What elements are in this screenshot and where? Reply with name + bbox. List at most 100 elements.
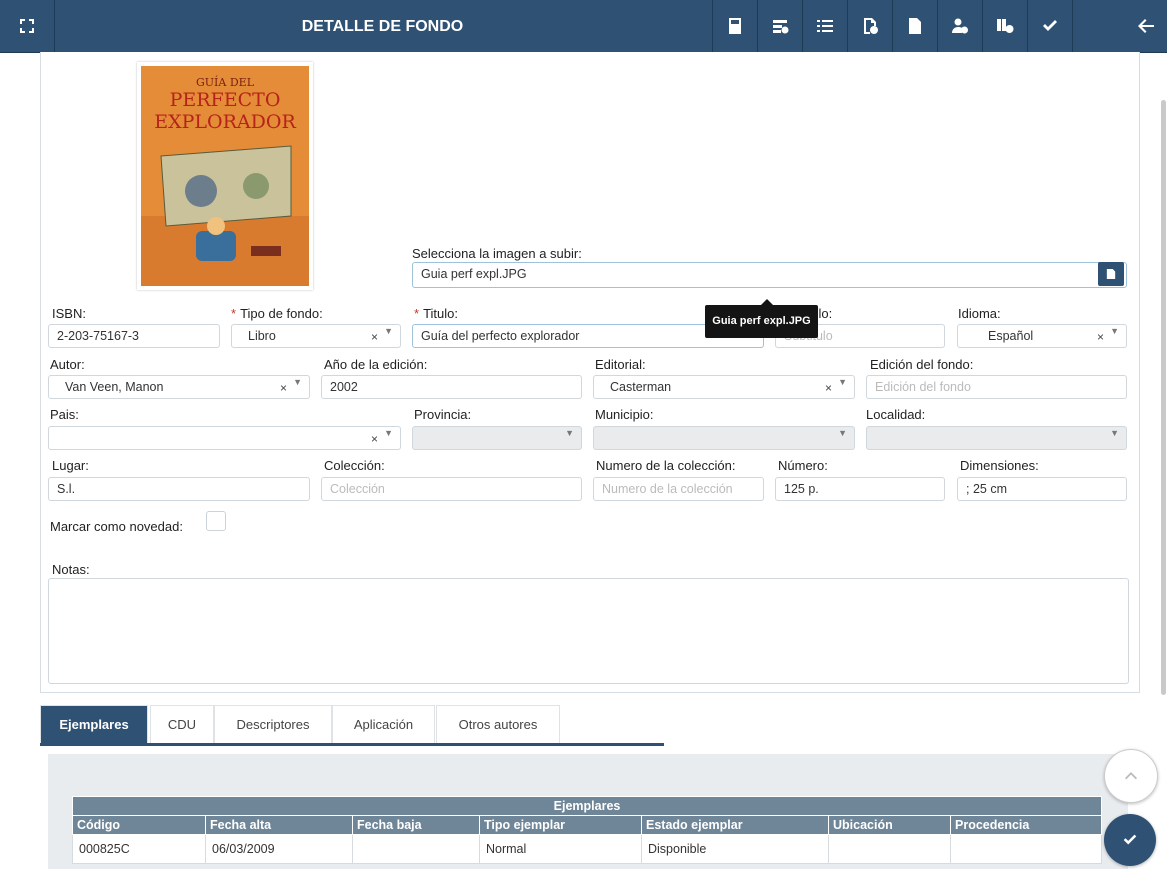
cover-title-line3: EXPLORADOR — [154, 111, 296, 133]
coleccion-field[interactable]: Colección — [321, 477, 582, 501]
municipio-select[interactable]: ▼ — [593, 426, 855, 450]
column-header[interactable]: Fecha alta — [205, 815, 353, 835]
dimensiones-field[interactable]: ; 25 cm — [957, 477, 1127, 501]
coleccion-label: Colección: — [324, 458, 385, 473]
autor-label: Autor: — [50, 357, 85, 372]
file-add-icon[interactable] — [847, 0, 892, 52]
clear-icon[interactable]: × — [825, 377, 832, 398]
cover-title-line1: GUÍA DEL — [196, 75, 255, 89]
table-cell — [352, 834, 480, 864]
editorial-label: Editorial: — [595, 357, 646, 372]
notas-label: Notas: — [52, 562, 90, 577]
clear-icon[interactable]: × — [371, 326, 378, 347]
chevron-down-icon: ▼ — [293, 377, 302, 387]
edicion-fondo-label: Edición del fondo: — [870, 357, 974, 372]
anio-edicion-field[interactable]: 2002 — [321, 375, 582, 399]
back-arrow-icon[interactable] — [1072, 0, 1167, 52]
titulo-label: * Titulo: — [414, 306, 458, 321]
upload-label: Selecciona la imagen a subir: — [412, 246, 582, 261]
file-icon — [1106, 269, 1116, 279]
municipio-label: Municipio: — [595, 407, 654, 422]
ejemplares-table: Ejemplares Código Fecha alta Fecha baja … — [72, 796, 1102, 864]
tipo-fondo-value: Libro — [248, 329, 276, 343]
novedad-checkbox[interactable] — [206, 511, 226, 531]
novedad-label: Marcar como novedad: — [50, 519, 183, 534]
tab-descriptores[interactable]: Descriptores — [214, 705, 332, 744]
upload-file-button[interactable] — [1098, 262, 1124, 286]
tipo-fondo-label: * Tipo de fondo: — [231, 306, 323, 321]
column-header[interactable]: Procedencia — [950, 815, 1102, 835]
numero-coleccion-label: Numero de la colección: — [596, 458, 736, 473]
idioma-select[interactable]: Español × ▼ — [957, 324, 1127, 348]
editorial-select[interactable]: Casterman × ▼ — [593, 375, 855, 399]
scroll-top-button[interactable] — [1104, 749, 1158, 803]
top-bar: DETALLE DE FONDO — [0, 0, 1167, 53]
tab-otros-autores[interactable]: Otros autores — [436, 705, 560, 744]
idioma-value: Español — [988, 329, 1034, 343]
column-header[interactable]: Fecha baja — [352, 815, 480, 835]
table-cell — [828, 834, 951, 864]
tab-aplicacion[interactable]: Aplicación — [332, 705, 435, 744]
book-cover-image: GUÍA DEL PERFECTO EXPLORADOR — [137, 62, 313, 290]
table-row[interactable]: 000825C 06/03/2009 Normal Disponible — [72, 834, 1102, 864]
chevron-down-icon: ▼ — [838, 377, 847, 387]
chevron-down-icon: ▼ — [1110, 428, 1119, 438]
isbn-field[interactable]: 2-203-75167-3 — [48, 324, 220, 348]
table-caption: Ejemplares — [72, 796, 1102, 816]
column-header[interactable]: Ubicación — [828, 815, 951, 835]
chevron-down-icon: ▼ — [838, 428, 847, 438]
chevron-down-icon: ▼ — [1110, 326, 1119, 336]
expand-icon[interactable] — [0, 0, 55, 52]
tipo-fondo-select[interactable]: Libro × ▼ — [231, 324, 401, 348]
upload-filename: Guia perf expl.JPG — [421, 267, 527, 281]
numero-coleccion-field[interactable]: Numero de la colección — [593, 477, 764, 501]
check-icon — [1123, 834, 1137, 845]
provincia-select[interactable]: ▼ — [412, 426, 582, 450]
tab-ejemplares[interactable]: Ejemplares — [40, 705, 148, 744]
page-title: DETALLE DE FONDO — [301, 18, 464, 35]
chevron-down-icon: ▼ — [384, 428, 393, 438]
confirm-button[interactable] — [1104, 814, 1156, 866]
tipo-fondo-label-text: Tipo de fondo: — [240, 306, 323, 321]
chevron-down-icon: ▼ — [384, 326, 393, 336]
lugar-label: Lugar: — [52, 458, 89, 473]
clear-icon[interactable]: × — [371, 428, 378, 449]
editorial-value: Casterman — [610, 380, 672, 394]
pais-select[interactable]: × ▼ — [48, 426, 401, 450]
stats-icon[interactable] — [757, 0, 802, 52]
table-cell: Disponible — [641, 834, 829, 864]
lugar-field[interactable]: S.l. — [48, 477, 310, 501]
column-header[interactable]: Estado ejemplar — [641, 815, 829, 835]
table-cell — [950, 834, 1102, 864]
chevron-down-icon: ▼ — [565, 428, 574, 438]
clear-icon[interactable]: × — [280, 377, 287, 398]
clear-icon[interactable]: × — [1097, 326, 1104, 347]
list-icon[interactable] — [802, 0, 847, 52]
required-marker: * — [414, 306, 420, 321]
column-header[interactable]: Código — [72, 815, 206, 835]
titulo-label-text: Titulo: — [423, 306, 458, 321]
localidad-select[interactable]: ▼ — [866, 426, 1127, 450]
column-header[interactable]: Tipo ejemplar — [479, 815, 642, 835]
anio-edicion-label: Año de la edición: — [324, 357, 428, 372]
numero-field[interactable]: 125 p. — [775, 477, 945, 501]
localidad-label: Localidad: — [866, 407, 926, 422]
image-upload-input[interactable]: Guia perf expl.JPG — [412, 262, 1127, 288]
books-add-icon[interactable] — [982, 0, 1027, 52]
user-add-icon[interactable] — [937, 0, 982, 52]
notas-textarea[interactable] — [48, 578, 1129, 684]
scrollbar[interactable] — [1161, 100, 1166, 695]
isbn-label: ISBN: — [52, 306, 86, 321]
calculator-icon[interactable] — [712, 0, 757, 52]
check-icon[interactable] — [1027, 0, 1072, 52]
tab-cdu[interactable]: CDU — [150, 705, 214, 744]
required-marker: * — [231, 306, 237, 321]
table-cell: 000825C — [72, 834, 206, 864]
dimensiones-label: Dimensiones: — [960, 458, 1039, 473]
cover-title-line2: PERFECTO — [170, 89, 281, 111]
edicion-fondo-field[interactable]: Edición del fondo — [866, 375, 1127, 399]
edit-file-icon[interactable] — [892, 0, 937, 52]
table-cell: Normal — [479, 834, 642, 864]
autor-value: Van Veen, Manon — [65, 380, 164, 394]
autor-select[interactable]: Van Veen, Manon × ▼ — [48, 375, 310, 399]
